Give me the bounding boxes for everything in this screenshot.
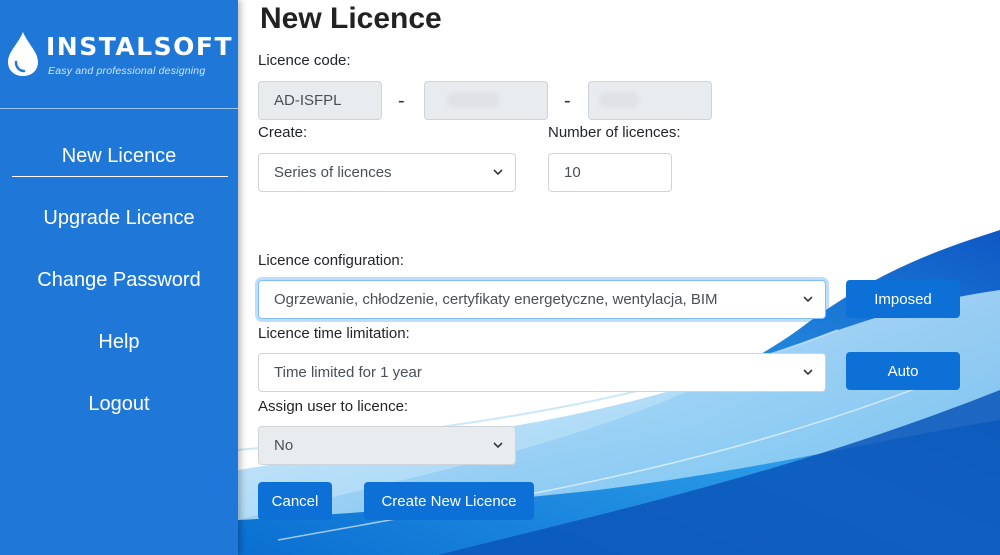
chevron-down-icon bbox=[493, 442, 503, 449]
active-underline bbox=[12, 176, 228, 177]
sidebar-item-upgrade-licence[interactable]: Upgrade Licence bbox=[0, 198, 238, 260]
cancel-button[interactable]: Cancel bbox=[258, 482, 332, 520]
licence-code-segment-2-field bbox=[424, 81, 548, 120]
chevron-down-icon bbox=[803, 369, 813, 376]
licence-code-separator-1: - bbox=[398, 90, 405, 112]
licence-code-segment-3-field bbox=[588, 81, 712, 120]
sidebar-divider bbox=[0, 108, 238, 109]
assign-user-select[interactable]: No bbox=[258, 426, 516, 465]
sidebar-nav: New Licence Upgrade Licence Change Passw… bbox=[0, 136, 238, 446]
licence-code-separator-2: - bbox=[564, 90, 571, 112]
sidebar-item-logout[interactable]: Logout bbox=[0, 384, 238, 446]
water-drop-icon bbox=[8, 32, 38, 76]
number-of-licences-label: Number of licences: bbox=[548, 124, 681, 141]
sidebar-item-help[interactable]: Help bbox=[0, 322, 238, 384]
auto-button[interactable]: Auto bbox=[846, 352, 960, 390]
instalsoft-logo: INSTALSOFT Easy and professional designi… bbox=[6, 28, 236, 88]
chevron-down-icon bbox=[803, 296, 813, 303]
brand-name: INSTALSOFT bbox=[46, 32, 234, 61]
licence-time-limitation-select[interactable]: Time limited for 1 year bbox=[258, 353, 826, 392]
sidebar-item-change-password[interactable]: Change Password bbox=[0, 260, 238, 322]
assign-user-label: Assign user to licence: bbox=[258, 398, 409, 415]
main-content: New Licence Licence code: AD-ISFPL - - C… bbox=[258, 0, 1000, 555]
create-select[interactable]: Series of licences bbox=[258, 153, 516, 192]
page-title: New Licence bbox=[260, 2, 442, 35]
imposed-button[interactable]: Imposed bbox=[846, 280, 960, 318]
number-of-licences-input[interactable]: 10 bbox=[548, 153, 672, 192]
chevron-down-icon bbox=[493, 169, 503, 176]
sidebar: INSTALSOFT Easy and professional designi… bbox=[0, 0, 238, 555]
licence-code-label: Licence code: bbox=[258, 52, 351, 69]
licence-configuration-select[interactable]: Ogrzewanie, chłodzenie, certyfikaty ener… bbox=[258, 280, 826, 319]
licence-configuration-label: Licence configuration: bbox=[258, 252, 404, 269]
redacted-segment bbox=[447, 92, 499, 108]
create-new-licence-button[interactable]: Create New Licence bbox=[364, 482, 534, 520]
create-label: Create: bbox=[258, 124, 308, 141]
redacted-segment bbox=[599, 92, 639, 108]
licence-code-prefix-field: AD-ISFPL bbox=[258, 81, 382, 120]
licence-time-limitation-label: Licence time limitation: bbox=[258, 325, 410, 342]
brand-tagline: Easy and professional designing bbox=[48, 65, 206, 77]
sidebar-item-new-licence[interactable]: New Licence bbox=[0, 136, 238, 198]
